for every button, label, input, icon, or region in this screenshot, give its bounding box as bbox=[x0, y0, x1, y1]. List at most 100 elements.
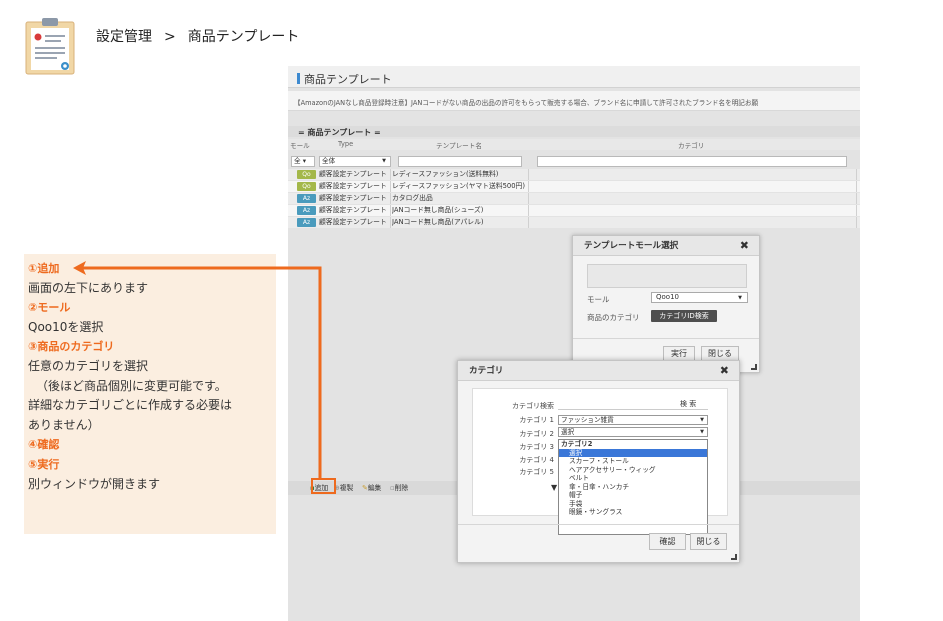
category-4-label: カテゴリ 4 bbox=[519, 456, 554, 464]
grid-column-headers: モール Type テンプレート名 カテゴリ bbox=[288, 139, 860, 150]
cell-divider bbox=[528, 181, 529, 192]
step-text: 画面の左下にあります bbox=[28, 280, 149, 295]
row-type: 顧客設定テンプレート bbox=[319, 170, 387, 178]
dropdown-option[interactable]: 手袋 bbox=[559, 500, 707, 509]
step-heading: ①追加 bbox=[28, 262, 60, 275]
cell-divider bbox=[390, 169, 391, 180]
dropdown-option[interactable]: 傘・日傘・ハンカチ bbox=[559, 483, 707, 492]
breadcrumb: 設定管理 > 商品テンプレート bbox=[96, 26, 299, 46]
product-category-label: 商品のカテゴリ bbox=[587, 313, 640, 322]
cell-divider bbox=[528, 169, 529, 180]
edit-label: 編集 bbox=[367, 484, 382, 492]
confirm-button[interactable]: 確認 bbox=[649, 533, 686, 550]
mall-badge: Qo bbox=[297, 170, 316, 179]
column-mall[interactable]: モール bbox=[290, 140, 310, 150]
category-3-label: カテゴリ 3 bbox=[519, 443, 554, 451]
category-1-label: カテゴリ 1 bbox=[519, 416, 554, 424]
mall-filter-value: 全 bbox=[294, 157, 301, 165]
template-mall-dialog: テンプレートモール選択 ✖ モール Qoo10 ▼ 商品のカテゴリ カテゴリID検… bbox=[572, 235, 760, 373]
chevron-down-icon: ▼ bbox=[700, 417, 704, 423]
app-notice: 【AmazonのJANなし商品登録時注意】JANコードがない商品の出品の許可をも… bbox=[288, 91, 860, 111]
resize-handle-icon[interactable] bbox=[731, 554, 737, 560]
step-text: Qoo10を選択 bbox=[28, 319, 104, 334]
copy-button[interactable]: ⊕複製 bbox=[334, 481, 353, 495]
app-title: 商品テンプレート bbox=[304, 73, 392, 86]
category-2-label: カテゴリ 2 bbox=[519, 430, 554, 438]
mall-label: モール bbox=[587, 295, 610, 304]
cell-divider bbox=[856, 193, 857, 204]
breadcrumb-parent[interactable]: 設定管理 bbox=[96, 29, 152, 45]
mall-dialog-title: テンプレートモール選択 bbox=[573, 236, 759, 256]
mall-badge: Qo bbox=[297, 182, 316, 191]
chevron-down-icon: ▼ bbox=[700, 429, 704, 435]
category-2-dropdown-list: カテゴリ2 選択 スカーフ・ストール ヘアアクセサリー・ウィッグ ベルト 傘・日傘・ハンカ… bbox=[558, 439, 708, 535]
close-icon[interactable]: ✖ bbox=[720, 365, 729, 377]
close-icon[interactable]: ✖ bbox=[740, 240, 749, 252]
mall-badge: Az bbox=[297, 218, 316, 227]
category-search-label: カテゴリ検索 bbox=[512, 402, 554, 410]
cell-divider bbox=[856, 217, 857, 228]
mall-message-box bbox=[587, 264, 747, 288]
dropdown-option[interactable]: 帽子 bbox=[559, 491, 707, 500]
category-search-button[interactable]: 検 索 bbox=[680, 399, 696, 409]
breadcrumb-separator: > bbox=[164, 29, 176, 45]
mall-badge: Az bbox=[297, 194, 316, 203]
mall-select[interactable]: Qoo10 ▼ bbox=[651, 292, 748, 303]
category-dialog-title: カテゴリ bbox=[458, 361, 739, 381]
row-type: 顧客設定テンプレート bbox=[319, 182, 387, 190]
edit-button[interactable]: ✎編集 bbox=[362, 481, 381, 495]
delete-label: 削除 bbox=[394, 484, 409, 492]
dropdown-option[interactable]: ベルト bbox=[559, 474, 707, 483]
type-filter-value: 全体 bbox=[322, 157, 336, 165]
type-filter-select[interactable]: 全体 ▼ bbox=[319, 156, 391, 167]
cell-divider bbox=[856, 169, 857, 180]
row-type: 顧客設定テンプレート bbox=[319, 218, 387, 226]
category-2-value: 選択 bbox=[561, 428, 575, 436]
delete-button[interactable]: ▫削除 bbox=[390, 481, 408, 495]
category-2-select[interactable]: 選択 ▼ bbox=[558, 427, 708, 437]
step-text: ありません） bbox=[28, 417, 100, 432]
step-text: 詳細なカテゴリごとに作成する必要は bbox=[28, 398, 233, 413]
table-row[interactable]: Qo 顧客設定テンプレート レディースファッション(ヤマト送料500円) bbox=[288, 181, 860, 192]
grid-title: = 商品テンプレート = bbox=[288, 126, 860, 137]
column-type[interactable]: Type bbox=[338, 140, 353, 148]
category-1-select[interactable]: ファッション雑貨 ▼ bbox=[558, 415, 708, 425]
title-accent-bar bbox=[297, 73, 300, 84]
table-row[interactable]: Az 顧客設定テンプレート JANコード無し商品(シューズ) bbox=[288, 205, 860, 216]
cell-divider bbox=[528, 217, 529, 228]
category-id-search-button[interactable]: カテゴリID検索 bbox=[651, 310, 717, 322]
table-row[interactable]: Az 顧客設定テンプレート JANコード無し商品(アパレル) bbox=[288, 217, 860, 228]
dropdown-option[interactable]: スカーフ・ストール bbox=[559, 457, 707, 466]
row-template-name: レディースファッション(送料無料) bbox=[392, 170, 499, 178]
row-type: 顧客設定テンプレート bbox=[319, 206, 387, 214]
category-filter-input[interactable] bbox=[537, 156, 847, 167]
mall-badge: Az bbox=[297, 206, 316, 215]
table-row[interactable]: Az 顧客設定テンプレート カタログ出品 bbox=[288, 193, 860, 204]
breadcrumb-current: 商品テンプレート bbox=[187, 29, 300, 45]
row-template-name: JANコード無し商品(シューズ) bbox=[392, 206, 484, 214]
column-name[interactable]: テンプレート名 bbox=[436, 140, 482, 150]
dropdown-option[interactable]: 眼鏡・サングラス bbox=[559, 508, 707, 517]
resize-handle-icon[interactable] bbox=[751, 364, 757, 370]
table-row[interactable]: Qo 顧客設定テンプレート レディースファッション(送料無料) bbox=[288, 169, 860, 180]
name-filter-input[interactable] bbox=[398, 156, 522, 167]
category-5-label: カテゴリ 5 bbox=[519, 468, 554, 476]
chevron-down-icon: ▼ bbox=[382, 158, 386, 164]
copy-label: 複製 bbox=[339, 484, 354, 492]
column-category[interactable]: カテゴリ bbox=[678, 140, 704, 150]
cell-divider bbox=[390, 181, 391, 192]
mall-filter-select[interactable]: 全 ▾ bbox=[291, 156, 315, 167]
cell-divider bbox=[390, 205, 391, 216]
row-template-name: カタログ出品 bbox=[392, 194, 433, 202]
close-button[interactable]: 閉じる bbox=[690, 533, 727, 550]
chevron-down-icon: ▼ bbox=[738, 295, 742, 301]
dropdown-option[interactable]: 選択 bbox=[559, 448, 707, 457]
app-title-bar: 商品テンプレート bbox=[288, 66, 860, 88]
step-text: （後ほど商品個別に変更可能です。 bbox=[36, 378, 227, 393]
row-type: 顧客設定テンプレート bbox=[319, 194, 387, 202]
cell-divider bbox=[528, 193, 529, 204]
dropdown-option[interactable]: ヘアアクセサリー・ウィッグ bbox=[559, 466, 707, 475]
triangle-down-icon: ▼ bbox=[551, 483, 558, 492]
clipboard-icon bbox=[25, 18, 75, 75]
cell-divider bbox=[856, 205, 857, 216]
